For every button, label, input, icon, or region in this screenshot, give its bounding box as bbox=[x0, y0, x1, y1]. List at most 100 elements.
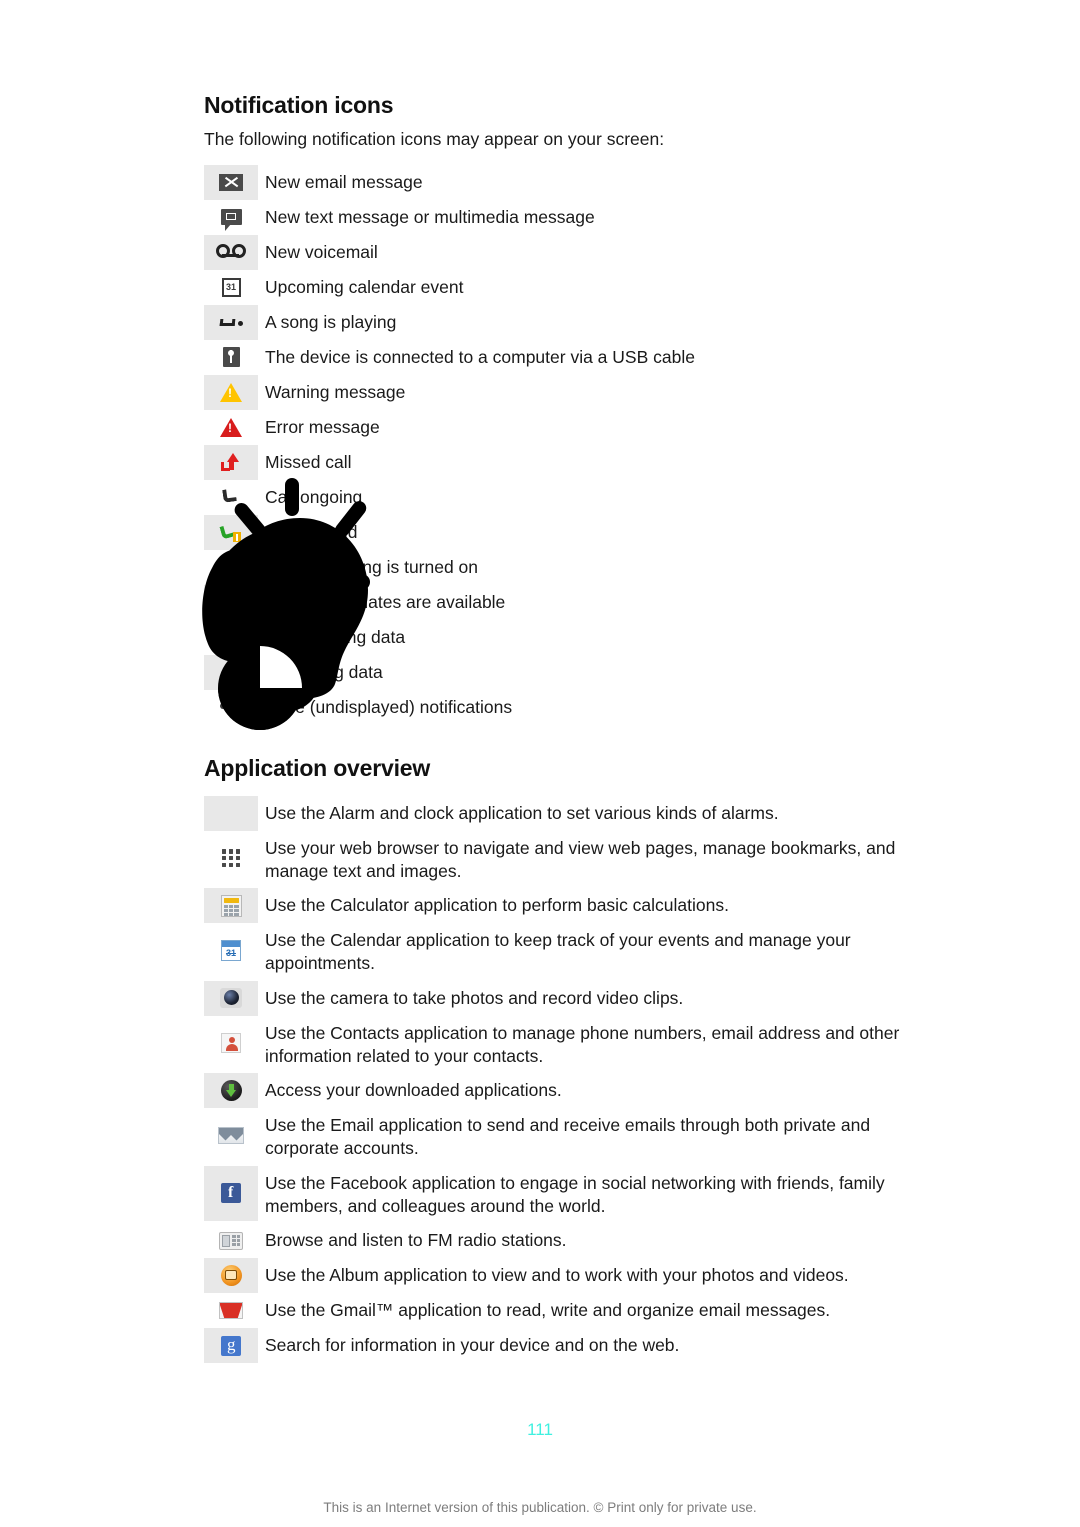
row-description: Search for information in your device an… bbox=[265, 1335, 680, 1356]
icon-cell bbox=[204, 1223, 258, 1258]
call-forwarding-icon bbox=[220, 557, 242, 577]
row-description: Warning message bbox=[265, 381, 406, 402]
table-row: Call ongoing bbox=[204, 480, 904, 515]
row-description: New email message bbox=[265, 171, 423, 192]
downloads-icon bbox=[220, 1080, 242, 1102]
row-description: Use the Calculator application to perfor… bbox=[265, 895, 729, 916]
missed-call-icon bbox=[220, 452, 242, 472]
row-description: Access your downloaded applications. bbox=[265, 1080, 562, 1101]
row-description: Call ongoing bbox=[265, 486, 363, 507]
row-description: Uploading data bbox=[265, 661, 383, 682]
row-description: More (undisplayed) notifications bbox=[265, 696, 513, 717]
table-row: Use the Calculator application to perfor… bbox=[204, 888, 904, 924]
icon-cell bbox=[204, 584, 258, 620]
warning-triangle-icon bbox=[220, 382, 242, 402]
more-dots-icon bbox=[220, 703, 242, 711]
table-row: Use the Facebook application to engage i… bbox=[204, 1165, 904, 1224]
alarm-clock-icon bbox=[220, 802, 242, 824]
call-ongoing-icon bbox=[221, 487, 241, 507]
icon-cell bbox=[204, 888, 258, 924]
row-description: Call forwarding is turned on bbox=[265, 556, 479, 577]
row-description: A song is playing bbox=[265, 311, 397, 332]
footer-note: This is an Internet version of this publ… bbox=[323, 1500, 757, 1515]
table-row: Search for information in your device an… bbox=[204, 1328, 904, 1364]
icon-cell bbox=[204, 831, 258, 886]
document-page: Notification icons The following notific… bbox=[0, 0, 1080, 1527]
voicemail-icon bbox=[216, 243, 246, 261]
table-row: Use the Email application to send and re… bbox=[204, 1108, 904, 1166]
usb-icon bbox=[222, 347, 240, 368]
row-description: The device is connected to a computer vi… bbox=[265, 346, 695, 367]
icon-cell bbox=[204, 980, 258, 1016]
calculator-icon bbox=[220, 894, 242, 917]
table-row: Uploading data bbox=[204, 654, 904, 690]
table-row: Downloading data bbox=[204, 620, 904, 655]
contacts-icon bbox=[221, 1033, 241, 1054]
album-icon bbox=[220, 1265, 242, 1287]
download-arrow-icon bbox=[222, 627, 240, 647]
row-description: Downloading data bbox=[265, 626, 406, 647]
software-update-icon bbox=[221, 592, 242, 612]
icon-cell bbox=[204, 410, 258, 445]
table-row: More (undisplayed) notifications bbox=[204, 690, 904, 725]
icon-cell bbox=[204, 550, 258, 585]
row-description: Use your web browser to navigate and vie… bbox=[265, 837, 896, 881]
icon-cell bbox=[204, 164, 258, 200]
application-overview-heading: Application overview bbox=[204, 754, 431, 781]
icon-cell bbox=[204, 480, 258, 515]
table-row: Missed call bbox=[204, 444, 904, 480]
page-content: Notification icons The following notific… bbox=[204, 92, 904, 1364]
notification-icons-heading: Notification icons bbox=[204, 92, 394, 118]
table-row: Use the camera to take photos and record… bbox=[204, 980, 904, 1016]
icon-cell bbox=[204, 1073, 258, 1109]
row-description: Use the camera to take photos and record… bbox=[265, 987, 684, 1008]
icon-cell bbox=[204, 514, 258, 550]
row-description: New text message or multimedia message bbox=[265, 206, 595, 227]
table-row: Use your web browser to navigate and vie… bbox=[204, 831, 904, 889]
icon-cell bbox=[204, 340, 258, 375]
table-row: Use the Gmail™ application to read, writ… bbox=[204, 1293, 904, 1328]
row-description: Use the Alarm and clock application to s… bbox=[265, 802, 779, 823]
table-row: Use the Alarm and clock application to s… bbox=[204, 795, 904, 831]
icon-cell bbox=[204, 374, 258, 410]
table-row: Warning message bbox=[204, 374, 904, 410]
row-description: Call on hold bbox=[265, 521, 358, 542]
icon-cell bbox=[204, 1258, 258, 1294]
page-number: 111 bbox=[527, 1420, 553, 1439]
table-row: Access your downloaded applications. bbox=[204, 1073, 904, 1109]
row-description: Missed call bbox=[265, 451, 352, 472]
icon-cell bbox=[204, 1328, 258, 1364]
notification-icons-intro: The following notification icons may app… bbox=[204, 129, 665, 149]
facebook-icon bbox=[221, 1183, 241, 1204]
application-overview-table: Use the Alarm and clock application to s… bbox=[204, 795, 904, 1364]
icon-cell bbox=[204, 1108, 258, 1163]
icon-cell bbox=[204, 1293, 258, 1328]
google-search-icon bbox=[221, 1335, 241, 1356]
table-row: New voicemail bbox=[204, 234, 904, 270]
icon-cell bbox=[204, 234, 258, 270]
call-on-hold-icon bbox=[220, 522, 242, 543]
row-description: Use the Gmail™ application to read, writ… bbox=[265, 1300, 831, 1321]
gmail-icon bbox=[219, 1302, 243, 1320]
icon-cell bbox=[204, 690, 258, 725]
table-row: New email message bbox=[204, 164, 904, 200]
row-description: Use the Album application to view and to… bbox=[265, 1265, 849, 1286]
camera-icon bbox=[220, 988, 242, 1009]
row-description: Error message bbox=[265, 416, 380, 437]
email-app-icon bbox=[218, 1127, 244, 1145]
row-description: Upcoming calendar event bbox=[265, 276, 464, 297]
row-description: Software updates are available bbox=[265, 591, 506, 612]
table-row: The device is connected to a computer vi… bbox=[204, 340, 904, 375]
row-description: Use the Email application to send and re… bbox=[265, 1115, 871, 1158]
table-row: Use the Contacts application to manage p… bbox=[204, 1016, 904, 1074]
table-row: Call on hold bbox=[204, 514, 904, 550]
notification-icons-table: New email message New text message or mul… bbox=[204, 164, 904, 725]
table-row: Call forwarding is turned on bbox=[204, 550, 904, 585]
icon-cell bbox=[204, 444, 258, 480]
error-triangle-icon bbox=[220, 417, 242, 437]
upload-arrow-icon bbox=[222, 662, 240, 683]
icon-cell bbox=[204, 620, 258, 655]
row-description: Use the Calendar application to keep tra… bbox=[265, 930, 851, 973]
table-row: 31 Use the Calendar application to keep t… bbox=[204, 923, 904, 981]
table-row: Browse and listen to FM radio stations. bbox=[204, 1223, 904, 1258]
